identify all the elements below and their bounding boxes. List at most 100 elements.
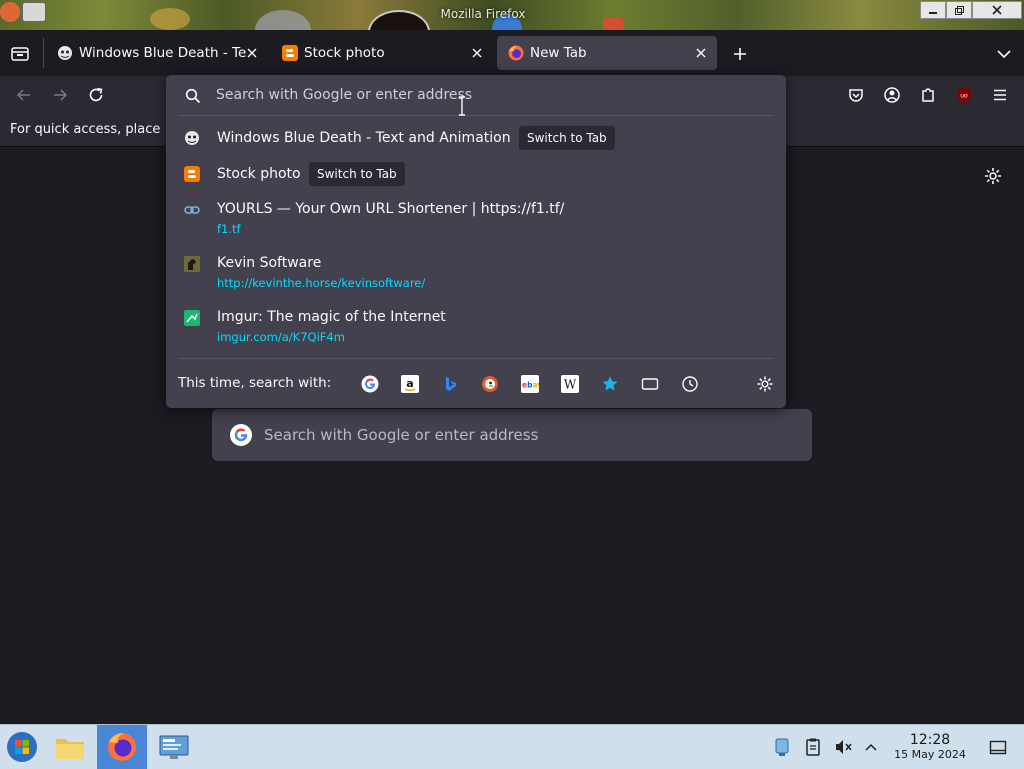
gear-icon (985, 168, 1001, 184)
reload-button[interactable] (86, 85, 106, 105)
result-title: Imgur: The magic of the Internet (217, 309, 446, 325)
result-url: f1.tf (217, 222, 241, 236)
svg-text:W: W (564, 378, 577, 392)
search-tabs-button[interactable] (641, 375, 659, 393)
extensions-button[interactable] (918, 85, 938, 105)
tab-divider (43, 38, 44, 68)
switch-to-tab-badge: Switch to Tab (309, 162, 405, 186)
tab-strip: Windows Blue Death - Te Stock photo New … (0, 30, 1024, 76)
wikipedia-icon: W (561, 375, 579, 393)
start-button[interactable] (4, 729, 40, 765)
clipboard-icon (806, 738, 820, 756)
text-cursor-icon (459, 96, 465, 116)
chevron-down-icon (997, 50, 1011, 59)
show-desktop-button[interactable] (980, 729, 1016, 765)
content-search-input[interactable] (264, 423, 784, 447)
personalize-new-tab-button[interactable] (983, 166, 1003, 186)
monitor-settings-icon (159, 735, 189, 759)
tab-label: Windows Blue Death - Te (79, 45, 247, 61)
content-search-box[interactable] (212, 409, 812, 461)
window-titlebar: Mozilla Firefox (0, 0, 1024, 54)
svg-text:uo: uo (960, 93, 968, 100)
engine-wikipedia-button[interactable]: W (561, 375, 579, 393)
new-tab-button[interactable] (730, 44, 750, 64)
start-orb-icon (7, 732, 37, 762)
app-menu-button[interactable] (990, 85, 1010, 105)
amazon-icon: a (401, 375, 419, 393)
result-row-stock-photo[interactable]: Stock photo Switch to Tab (172, 157, 780, 191)
search-with-label: This time, search with: (178, 375, 332, 391)
list-all-tabs-button[interactable] (994, 44, 1014, 64)
close-tab-icon[interactable] (470, 46, 484, 60)
blogger-icon (282, 45, 298, 61)
taskbar: 12:28 15 May 2024 (0, 724, 1024, 769)
duckduckgo-icon (482, 376, 498, 392)
search-bookmarks-button[interactable] (601, 375, 619, 393)
engine-bing-button[interactable] (441, 375, 459, 393)
ebay-icon: ebay (521, 375, 539, 393)
arrow-right-icon (54, 89, 68, 101)
history-icon (682, 376, 698, 392)
result-row-kevin-software[interactable]: Kevin Software http://kevinthe.horse/kev… (172, 247, 780, 295)
close-window-button[interactable] (972, 1, 1022, 19)
svg-text:ebay: ebay (522, 381, 539, 390)
search-engines-separator (178, 358, 774, 359)
pocket-button[interactable] (846, 85, 866, 105)
firefox-view-button[interactable] (10, 44, 30, 64)
pocket-icon (849, 89, 863, 102)
puzzle-piece-icon (922, 88, 934, 102)
blogger-icon (184, 166, 200, 182)
engine-duckduckgo-button[interactable] (481, 375, 499, 393)
imgur-icon (184, 310, 200, 326)
chain-link-icon (184, 206, 200, 214)
minimize-button[interactable] (920, 1, 946, 19)
back-button[interactable] (14, 85, 34, 105)
clock-time: 12:28 (909, 732, 951, 748)
hamburger-menu-icon (994, 89, 1006, 101)
window-title: Mozilla Firefox (440, 7, 526, 21)
engine-amazon-button[interactable]: a (401, 375, 419, 393)
taskbar-file-manager[interactable] (52, 729, 88, 765)
forward-button[interactable] (50, 85, 70, 105)
close-tab-icon[interactable] (245, 46, 259, 60)
folder-icon (56, 739, 84, 759)
maximize-button[interactable] (946, 1, 972, 19)
tab-stock-photo[interactable]: Stock photo (271, 36, 493, 70)
ublock-origin-button[interactable]: uo (954, 85, 974, 105)
volume-muted-icon (836, 740, 852, 754)
show-desktop-icon (989, 740, 1007, 755)
bing-icon (446, 377, 456, 391)
switch-to-tab-badge: Switch to Tab (519, 126, 615, 150)
tab-windows-blue-death[interactable]: Windows Blue Death - Te (46, 36, 268, 70)
search-history-button[interactable] (681, 375, 699, 393)
skull-face-icon (185, 131, 199, 145)
engine-google-button[interactable] (361, 375, 379, 393)
close-icon (992, 5, 1002, 15)
result-row-imgur[interactable]: Imgur: The magic of the Internet imgur.c… (172, 301, 780, 349)
result-title: Kevin Software (217, 255, 322, 271)
reload-icon (89, 87, 103, 102)
tab-label: Stock photo (304, 45, 385, 61)
taskbar-clock[interactable]: 12:28 15 May 2024 (888, 732, 972, 762)
clock-date: 15 May 2024 (894, 748, 966, 761)
tray-expand[interactable] (853, 729, 889, 765)
result-row-windows-blue-death[interactable]: Windows Blue Death - Text and Animation … (172, 121, 780, 155)
tab-new-tab[interactable]: New Tab (497, 36, 717, 70)
taskbar-system-settings[interactable] (156, 729, 192, 765)
firefox-icon (108, 733, 136, 761)
arrow-left-icon (16, 89, 30, 101)
urlbar-input[interactable] (216, 83, 756, 107)
search-settings-button[interactable] (756, 375, 774, 393)
result-title: YOURLS — Your Own URL Shortener | https:… (217, 201, 565, 217)
result-url: imgur.com/a/K7QiF4m (217, 330, 345, 344)
account-button[interactable] (882, 85, 902, 105)
google-icon (230, 424, 252, 446)
taskbar-firefox[interactable] (97, 725, 147, 769)
engine-ebay-button[interactable]: ebay (521, 375, 539, 393)
close-tab-icon[interactable] (694, 46, 708, 60)
tabs-icon (641, 378, 659, 390)
google-icon (361, 375, 379, 393)
network-icon (775, 738, 789, 756)
result-title: Windows Blue Death - Text and Animation (217, 130, 511, 146)
result-row-yourls[interactable]: YOURLS — Your Own URL Shortener | https:… (172, 193, 780, 241)
